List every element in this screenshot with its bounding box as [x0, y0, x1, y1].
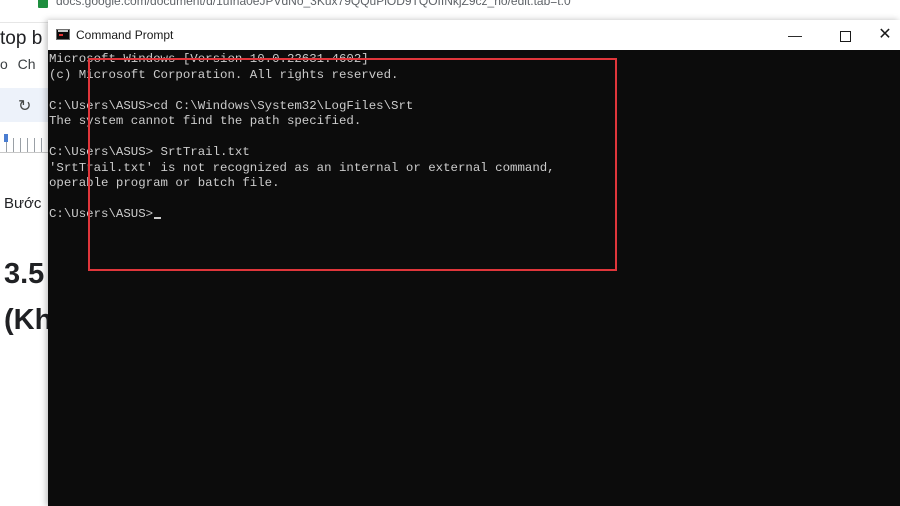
- cmd-titlebar[interactable]: Command Prompt — ✕: [48, 20, 900, 50]
- doc-heading: (Kh: [4, 304, 53, 336]
- minimize-icon: —: [788, 27, 802, 43]
- terminal-icon: [56, 29, 70, 40]
- text-cursor: [154, 217, 162, 219]
- doc-step-text: Bước: [4, 195, 42, 212]
- console-line: 'SrtTrail.txt' is not recognized as an i…: [49, 160, 555, 175]
- console-prompt-line[interactable]: C:\Users\ASUS>: [49, 207, 162, 223]
- doc-title[interactable]: top b: [0, 28, 42, 50]
- window-title: Command Prompt: [76, 28, 174, 42]
- doc-heading: 3.5: [4, 258, 45, 290]
- console-line: C:\Users\ASUS> SrtTrail.txt: [49, 145, 250, 159]
- minimize-button[interactable]: —: [772, 20, 818, 50]
- console-output[interactable]: Microsoft Windows [Version 10.0.22631.46…: [48, 50, 900, 506]
- console-line: The system cannot find the path specifie…: [49, 114, 362, 128]
- close-icon: ✕: [878, 26, 892, 43]
- browser-url: docs.google.com/document/d/1uIha0eJPVdNo…: [56, 0, 571, 8]
- ruler-indent-marker[interactable]: [4, 134, 8, 142]
- console-prompt: C:\Users\ASUS>: [49, 207, 154, 221]
- docs-favicon-icon: [38, 0, 48, 8]
- maximize-icon: [839, 30, 851, 42]
- doc-menu-bar[interactable]: o Ch: [0, 56, 36, 72]
- command-prompt-window[interactable]: Command Prompt — ✕ Microsoft Windows [Ve…: [48, 20, 900, 506]
- redo-icon[interactable]: ↻: [18, 96, 31, 116]
- maximize-button[interactable]: [822, 20, 868, 50]
- console-line: (c) Microsoft Corporation. All rights re…: [49, 67, 399, 82]
- console-line: Microsoft Windows [Version 10.0.22631.46…: [49, 52, 369, 66]
- console-line: C:\Users\ASUS>cd C:\Windows\System32\Log…: [49, 98, 414, 113]
- close-button[interactable]: ✕: [870, 20, 900, 50]
- console-line: operable program or batch file.: [49, 176, 280, 190]
